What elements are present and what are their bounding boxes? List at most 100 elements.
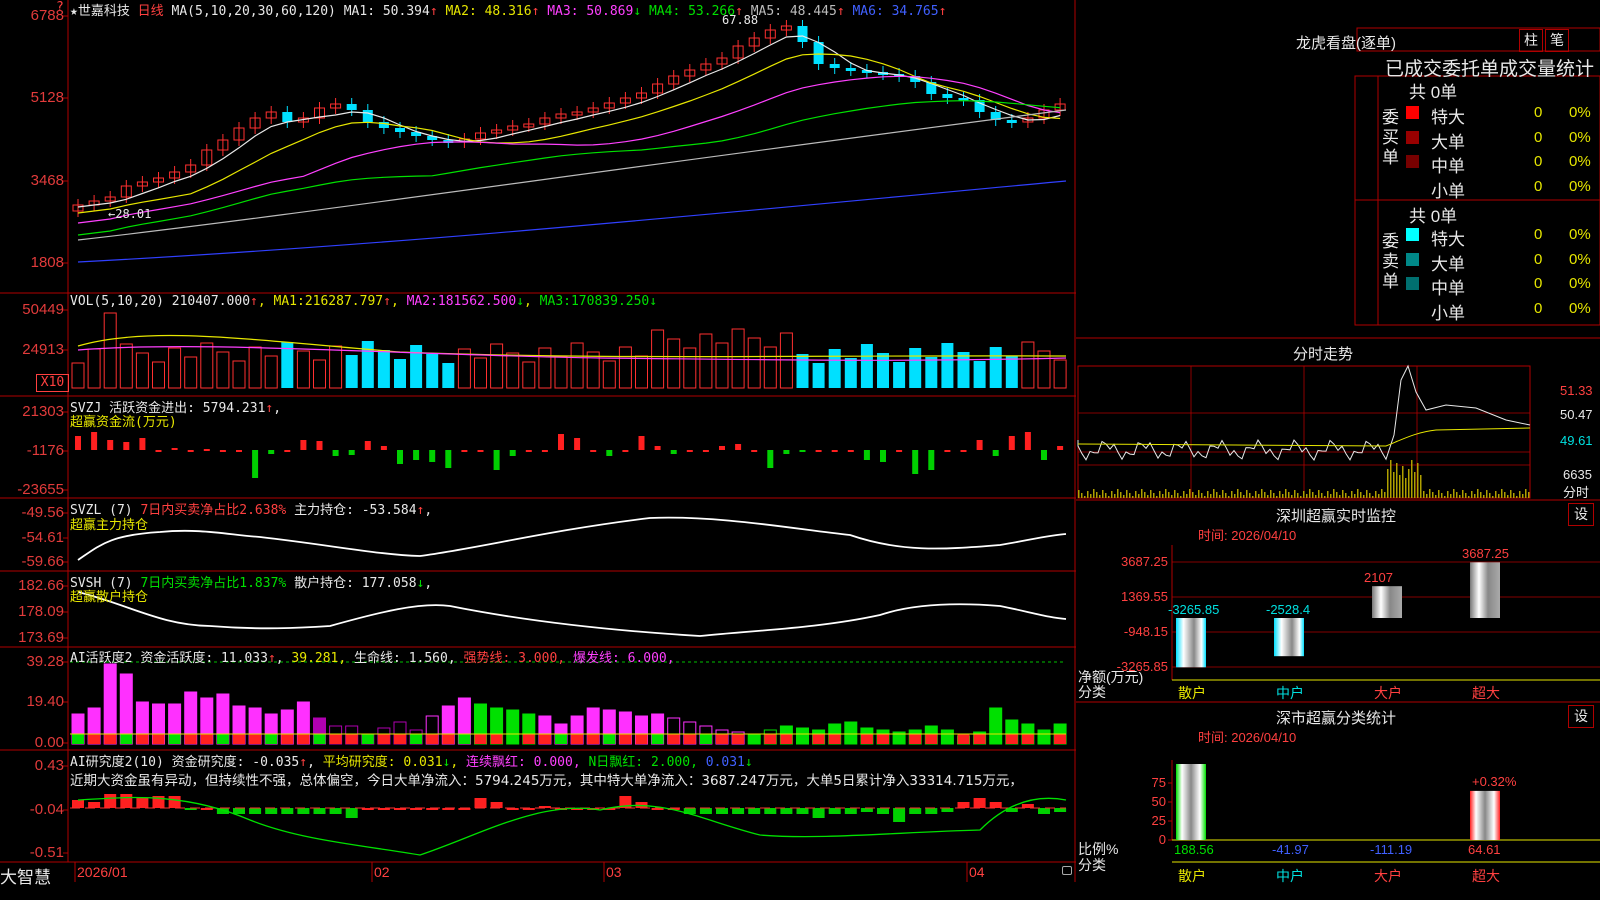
intraday-volume-bar [1078, 490, 1080, 498]
vol-unit-badge[interactable]: X10 [36, 374, 69, 392]
order-color-swatch [1406, 277, 1419, 290]
intraday-volume-bar [1174, 490, 1176, 498]
volume-bar-down [909, 348, 922, 388]
volume-bar-up [602, 360, 616, 389]
intraday-y-label: 51.33 [1560, 383, 1593, 398]
tab-bar-chart[interactable]: 柱 [1519, 29, 1543, 52]
svzj-bar [928, 450, 935, 470]
svzj-y-max: 21303 [22, 403, 64, 420]
svzl-y-max: -49.56 [21, 504, 64, 521]
intraday-volume-bar [1093, 489, 1095, 498]
svzl-value: -53.584 [361, 503, 417, 518]
svzj-bar [1041, 450, 1047, 460]
period-label[interactable]: 日线 [138, 4, 164, 19]
classify-time: 时间: 2026/04/10 [1198, 730, 1297, 745]
ai-active-base [893, 734, 906, 744]
intraday-volume-bar [1276, 496, 1278, 498]
monitor-category-label: 散户 [1178, 685, 1206, 701]
ai-active-y-min: 0.00 [34, 734, 64, 751]
ma5-line [77, 109, 1067, 241]
svzj-y-mid: -1176 [26, 442, 64, 459]
intraday-volume-bar [1447, 491, 1449, 498]
lock-icon[interactable] [1062, 866, 1072, 875]
svzj-bar [799, 450, 806, 452]
intraday-volume-bar [1510, 490, 1512, 498]
volume-bar-down [1005, 356, 1018, 388]
ai-active-base [796, 734, 809, 744]
intraday-volume-bar [1087, 491, 1089, 498]
intraday-volume-bar [1492, 496, 1494, 498]
low-price-marker: ←28.01 [108, 207, 152, 221]
volume-bar-down [394, 359, 406, 388]
favorite-star-icon[interactable]: ★ [70, 4, 78, 19]
order-row-count: 0 [1534, 275, 1543, 292]
svzj-bar [1024, 432, 1031, 450]
ai-research-bar [699, 808, 712, 814]
intraday-volume-bar [1483, 495, 1485, 498]
intraday-volume-bar [1387, 469, 1389, 498]
monitor-y-label: -948.15 [1123, 624, 1168, 639]
svzj-bar [171, 448, 178, 450]
classify-settings-button[interactable]: 设 [1568, 705, 1594, 728]
classify-bar-label: 188.56 [1174, 842, 1214, 857]
intraday-volume-bar [1129, 493, 1131, 498]
kline-chart-canvas[interactable] [0, 0, 1076, 882]
intraday-volume-bar [1381, 489, 1383, 498]
monitor-y-label: -3265.85 [1116, 659, 1168, 674]
monitor-settings-button[interactable]: 设 [1568, 503, 1594, 526]
svzj-bar [203, 449, 210, 451]
classify-category-label: 大户 [1374, 868, 1402, 884]
intraday-volume-bar [1450, 494, 1452, 498]
intraday-volume-bar [1426, 494, 1428, 498]
intraday-volume-bar [1216, 492, 1218, 498]
vol-ma2-value: 181562.500 [437, 294, 517, 309]
candle-body-down [395, 128, 405, 132]
order-row-count: 0 [1534, 177, 1543, 195]
ai-active-base [812, 734, 825, 744]
intraday-volume-bar [1528, 492, 1530, 498]
tab-pen[interactable]: 笔 [1545, 29, 1569, 52]
monitor-x-unit: 分类 [1078, 684, 1106, 700]
intraday-volume-bar [1318, 490, 1320, 498]
life-line-label: 生命线: [354, 651, 401, 666]
ai-active-base [442, 734, 455, 744]
svzj-bar [735, 444, 742, 450]
ai-active-y-max: 39.28 [26, 653, 64, 670]
svzj-bar [155, 450, 162, 452]
ai-research-bar [812, 808, 825, 818]
ai-active-base [297, 734, 310, 744]
intraday-volume-bar [1321, 493, 1323, 498]
ai-active-base [104, 734, 117, 744]
svzj-bar [219, 450, 226, 452]
vol-y-max: 50449 [22, 301, 64, 318]
vol-ma3-value: 170839.250 [570, 294, 650, 309]
ai-active-base [667, 734, 680, 744]
order-row-count: 0 [1534, 226, 1543, 243]
intraday-volume-bar [1159, 491, 1161, 498]
buy-side-label: 委买单 [1382, 108, 1399, 167]
volume-bar-up [248, 346, 262, 389]
svzj-subtitle: 超赢资金流(万元) [70, 415, 177, 430]
ai-active-base [941, 734, 954, 744]
intraday-volume-bar [1213, 489, 1215, 498]
intraday-volume-bar [1468, 496, 1470, 498]
intraday-volume-bar [1291, 495, 1293, 498]
ai-research-bar [780, 808, 793, 814]
volume-bar-up [119, 343, 133, 389]
right-panel: 龙虎看盘(逐单) 柱 笔 已成交委托单成交量统计 委买单 共 0单 特大 0 0% 大… [1076, 0, 1600, 900]
intraday-title[interactable]: 分时走势 [1293, 343, 1353, 364]
sell-total: 共 0单 [1409, 207, 1458, 226]
volume-bar-down [410, 345, 423, 388]
intraday-y-label: 50.47 [1560, 407, 1593, 422]
intraday-volume-bar [1237, 489, 1239, 498]
svsh-desc: 7日内买卖净占比1.837% [140, 576, 287, 591]
order-color-swatch [1406, 106, 1419, 119]
intraday-volume-bar [1339, 495, 1341, 498]
vol-name: VOL(5,10,20) [70, 294, 164, 309]
main-chart-area[interactable]: ★世嘉科技 日线 MA(5,10,20,30,60,120) MA1: 50.3… [0, 0, 1076, 888]
ai-research-bar [168, 796, 181, 808]
intraday-volume-bar [1231, 491, 1233, 498]
svzj-bar [300, 440, 307, 450]
ai-active-base [1021, 734, 1034, 744]
intraday-volume-bar [1507, 495, 1509, 498]
